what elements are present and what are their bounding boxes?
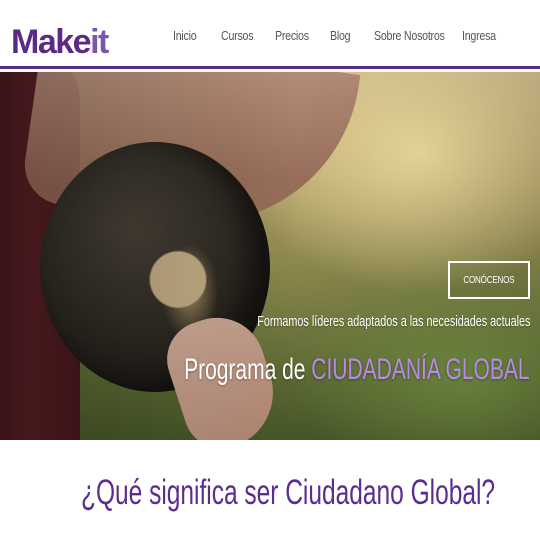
- hero-subtitle: Formamos líderes adaptados a las necesid…: [256, 313, 530, 330]
- nav-item-blog[interactable]: Blog: [330, 25, 351, 47]
- nav-item-cursos[interactable]: Cursos: [221, 25, 254, 47]
- nav-item-precios[interactable]: Precios: [275, 25, 309, 47]
- nav-item-sobre-nosotros[interactable]: Sobre Nosotros: [374, 25, 445, 47]
- hero-banner: CONÓCENOS Formamos líderes adaptados a l…: [0, 72, 540, 440]
- nav-item-ingresa[interactable]: Ingresa: [462, 25, 496, 47]
- hero-title: Programa de CIUDADANÍA GLOBAL: [185, 353, 530, 387]
- main-nav: Inicio Cursos Precios Blog Sobre Nosotro…: [0, 25, 540, 47]
- site-header: Make it Inicio Cursos Precios Blog Sobre …: [0, 0, 540, 69]
- section-heading: ¿Qué significa ser Ciudadano Global?: [81, 473, 496, 512]
- conocenos-button[interactable]: CONÓCENOS: [448, 261, 530, 299]
- hero-title-highlight: CIUDADANÍA GLOBAL: [311, 353, 530, 386]
- hero-title-prefix: Programa de: [184, 353, 306, 386]
- nav-item-inicio[interactable]: Inicio: [173, 25, 197, 47]
- conocenos-button-label: CONÓCENOS: [463, 274, 515, 286]
